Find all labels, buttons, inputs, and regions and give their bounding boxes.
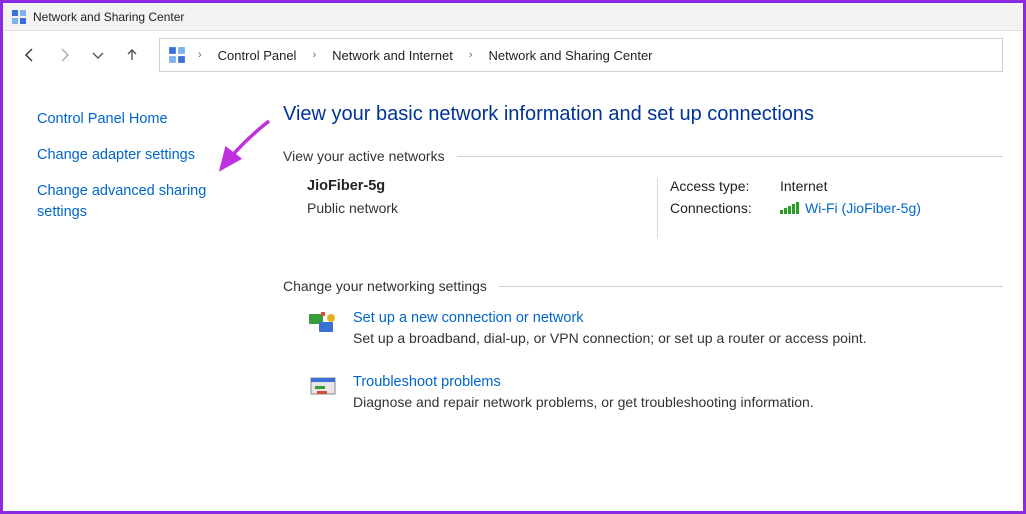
connection-link[interactable]: Wi-Fi (JioFiber-5g) xyxy=(805,200,921,216)
troubleshoot-link[interactable]: Troubleshoot problems xyxy=(353,374,814,390)
troubleshoot-icon xyxy=(307,372,339,404)
network-center-icon xyxy=(168,46,186,64)
breadcrumb-control-panel[interactable]: Control Panel xyxy=(214,43,301,68)
divider xyxy=(499,286,1003,287)
setup-connection-desc: Set up a broadband, dial-up, or VPN conn… xyxy=(353,330,867,346)
network-center-icon xyxy=(11,9,27,25)
network-name: JioFiber-5g xyxy=(307,178,657,194)
navbar: › Control Panel › Network and Internet ›… xyxy=(3,31,1023,79)
sidebar-link-change-adapter[interactable]: Change adapter settings xyxy=(37,145,247,167)
wifi-signal-icon xyxy=(780,202,799,214)
forward-button[interactable] xyxy=(47,38,81,72)
chevron-right-icon[interactable]: › xyxy=(465,49,477,61)
page-heading: View your basic network information and … xyxy=(283,103,1003,126)
back-button[interactable] xyxy=(13,38,47,72)
setup-connection-icon xyxy=(307,308,339,340)
setup-connection-link[interactable]: Set up a new connection or network xyxy=(353,310,867,326)
titlebar: Network and Sharing Center xyxy=(3,3,1023,31)
window-title: Network and Sharing Center xyxy=(33,10,184,24)
sidebar-link-change-advanced[interactable]: Change advanced sharing settings xyxy=(37,181,217,225)
main-panel: View your basic network information and … xyxy=(263,79,1023,511)
chevron-right-icon[interactable]: › xyxy=(308,49,320,61)
troubleshoot-desc: Diagnose and repair network problems, or… xyxy=(353,394,814,410)
connections-label: Connections: xyxy=(670,200,780,216)
addressbar[interactable]: › Control Panel › Network and Internet ›… xyxy=(159,38,1003,72)
sidebar: Control Panel Home Change adapter settin… xyxy=(3,79,263,511)
breadcrumb-network-internet[interactable]: Network and Internet xyxy=(328,43,457,68)
chevron-right-icon[interactable]: › xyxy=(194,49,206,61)
network-category: Public network xyxy=(307,200,657,216)
access-type-value: Internet xyxy=(780,178,827,194)
divider xyxy=(457,156,1003,157)
change-settings-title: Change your networking settings xyxy=(283,278,487,294)
recent-dropdown[interactable] xyxy=(81,38,115,72)
sidebar-link-control-panel-home[interactable]: Control Panel Home xyxy=(37,109,247,131)
active-networks-title: View your active networks xyxy=(283,148,445,164)
breadcrumb-network-sharing[interactable]: Network and Sharing Center xyxy=(484,43,656,68)
access-type-label: Access type: xyxy=(670,178,780,194)
up-button[interactable] xyxy=(115,38,149,72)
